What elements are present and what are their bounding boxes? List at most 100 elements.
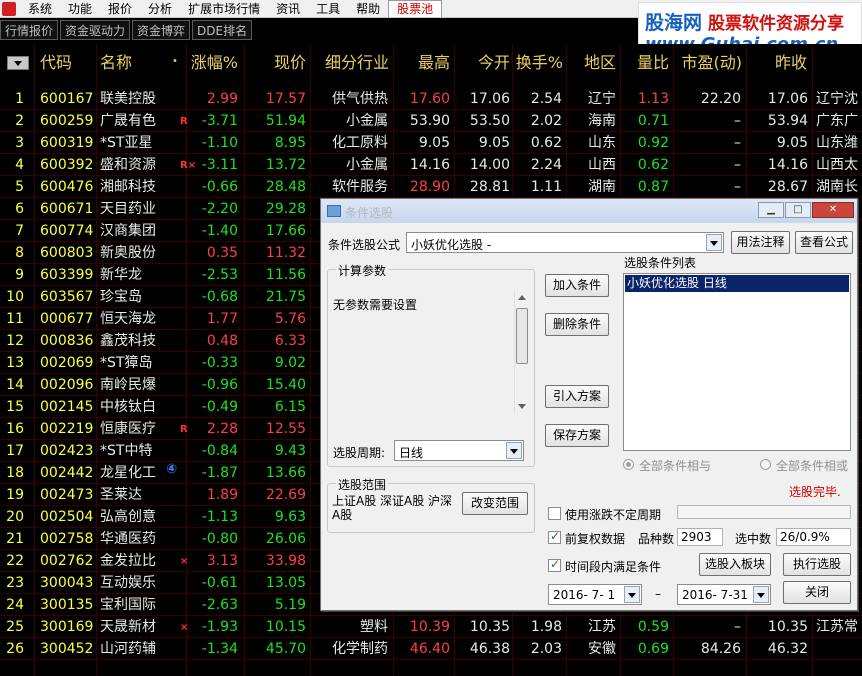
change-percent: -0.68: [201, 289, 238, 305]
menu-quote[interactable]: 报价: [100, 0, 140, 18]
prev-close: 14.16: [767, 157, 808, 173]
header-prev-close[interactable]: 昨收: [755, 44, 807, 82]
table-row[interactable]: 5 600476 湘邮科技 -0.66 28.48 软件服务 28.90 28.81 1.11 湖…: [0, 176, 862, 198]
change-percent: -1.87: [201, 465, 238, 481]
stock-flag-icon: R×: [180, 160, 197, 171]
header-pe[interactable]: 市盈(动): [676, 44, 743, 82]
undetermined-period-checkbox[interactable]: [548, 507, 561, 520]
header-change[interactable]: 涨幅%: [186, 44, 238, 82]
selected-value: 26/0.9%: [776, 528, 851, 546]
header-price[interactable]: 现价: [248, 44, 306, 82]
volume-ratio: 0.87: [637, 179, 669, 195]
execute-screening-button[interactable]: 执行选股: [783, 553, 851, 576]
progress-bar: [677, 505, 851, 519]
header-region[interactable]: 地区: [572, 44, 616, 82]
row-number: 14: [6, 377, 24, 393]
region: 山西: [588, 157, 616, 173]
table-row[interactable]: 26 300452 山河药辅 -1.34 45.70 化学制药 46.40 46.38 2.03…: [0, 638, 862, 660]
menu-extended-market[interactable]: 扩展市场行情: [180, 0, 268, 18]
menu-news[interactable]: 资讯: [268, 0, 308, 18]
header-industry[interactable]: 细分行业: [325, 44, 389, 82]
table-row[interactable]: 25 300169 天晟新材 -1.93 10.15 塑料 10.39 10.35 1.98 江苏…: [0, 616, 862, 638]
menu-system[interactable]: 系统: [20, 0, 60, 18]
header-high[interactable]: 最高: [398, 44, 450, 82]
tab-capital-game[interactable]: 资金博弈: [132, 20, 191, 40]
logo-brand: 股海网: [645, 12, 703, 34]
stock-name: 新奥股份: [100, 245, 156, 261]
stock-code: 300043: [40, 575, 94, 591]
prev-close: 9.05: [776, 135, 808, 151]
current-price: 6.15: [274, 399, 306, 415]
row-number: 22: [6, 553, 24, 569]
chevron-down-icon[interactable]: [506, 442, 522, 459]
close-window-button[interactable]: ✕: [812, 202, 854, 218]
table-row[interactable]: 1 600167 联美控股 2.99 17.57 供气供热 17.60 17.06 2.54 辽宁…: [0, 88, 862, 110]
menu-tools[interactable]: 工具: [308, 0, 348, 18]
row-number: 11: [6, 311, 24, 327]
tab-dde-rank[interactable]: DDE排名: [192, 20, 253, 40]
menu-stock-pool[interactable]: 股票池: [388, 0, 443, 17]
header-code[interactable]: 代码: [40, 44, 72, 82]
close-button[interactable]: 关闭: [783, 581, 851, 604]
count-label: 品种数: [638, 532, 675, 546]
current-price: 5.19: [274, 597, 306, 613]
dialog-title-bar[interactable]: 条件选股 ▁ □ ✕: [321, 199, 857, 223]
menu-function[interactable]: 功能: [60, 0, 100, 18]
change-range-button[interactable]: 改变范围: [462, 492, 528, 515]
menu-analysis[interactable]: 分析: [140, 0, 180, 18]
stock-name: 天晟新材: [100, 619, 156, 635]
params-scrollbar[interactable]: [514, 290, 529, 414]
import-scheme-button[interactable]: 引入方案: [545, 385, 609, 408]
row-number: 16: [6, 421, 24, 437]
radio-all-and[interactable]: [623, 459, 634, 470]
stock-code: 002442: [40, 465, 94, 481]
usage-notes-button[interactable]: 用法注释: [731, 231, 790, 254]
scroll-up-icon[interactable]: [518, 295, 526, 300]
row-number: 20: [6, 509, 24, 525]
table-header: 代码 名称 • 涨幅% 现价 细分行业 最高 今开 换手% 地区 量比 市盈(动…: [0, 44, 862, 82]
industry: 小金属: [346, 113, 388, 129]
table-row[interactable]: 4 600392 盛和资源 -3.11 13.72 小金属 14.16 14.00 2.24 山西…: [0, 154, 862, 176]
timespan-checkbox[interactable]: [548, 557, 561, 572]
header-name[interactable]: 名称: [100, 44, 132, 82]
formula-select-value: 小妖优化选股 -: [411, 238, 492, 252]
change-percent: -0.84: [201, 443, 238, 459]
add-to-block-button[interactable]: 选股入板块: [699, 553, 771, 576]
header-open[interactable]: 今开: [458, 44, 510, 82]
change-percent: 3.13: [206, 553, 238, 569]
save-scheme-button[interactable]: 保存方案: [545, 424, 609, 447]
add-condition-button[interactable]: 加入条件: [545, 274, 609, 297]
minimize-button[interactable]: ▁: [758, 202, 784, 218]
maximize-button[interactable]: □: [785, 202, 811, 218]
tab-capital-drive[interactable]: 资金驱动力: [60, 20, 131, 40]
date-from-picker[interactable]: 2016- 7- 1: [548, 584, 642, 605]
chevron-down-icon[interactable]: [706, 234, 722, 251]
condition-list-item[interactable]: 小妖优化选股 日线: [625, 275, 849, 292]
date-to-picker[interactable]: 2016- 7-31: [677, 584, 771, 605]
row-number: 24: [6, 597, 24, 613]
view-formula-button[interactable]: 查看公式: [795, 231, 853, 254]
condition-list[interactable]: 小妖优化选股 日线: [623, 273, 851, 451]
adjusted-data-checkbox[interactable]: [548, 529, 561, 544]
scroll-thumb[interactable]: [516, 308, 528, 364]
table-row[interactable]: 2 600259 广晟有色 -3.71 51.94 小金属 53.90 53.50 2.02 海南…: [0, 110, 862, 132]
change-percent: -1.34: [201, 641, 238, 657]
change-percent: 0.35: [206, 245, 238, 261]
stock-code: 600392: [40, 157, 94, 173]
chevron-down-icon[interactable]: [753, 586, 769, 603]
change-percent: 1.89: [206, 487, 238, 503]
sort-dropdown-icon[interactable]: [7, 56, 29, 70]
header-volume-ratio[interactable]: 量比: [625, 44, 669, 82]
menu-help[interactable]: 帮助: [348, 0, 388, 18]
scroll-down-icon[interactable]: [518, 404, 526, 409]
delete-condition-button[interactable]: 删除条件: [545, 313, 609, 336]
tab-quotes[interactable]: 行情报价: [0, 20, 59, 40]
chevron-down-icon[interactable]: [624, 586, 640, 603]
header-turnover[interactable]: 换手%: [515, 44, 563, 82]
table-row[interactable]: 3 600319 *ST亚星 -1.10 8.95 化工原料 9.05 9.05 0.62 山东 0…: [0, 132, 862, 154]
turnover-rate: 2.03: [530, 641, 562, 657]
change-percent: 2.99: [206, 91, 238, 107]
formula-select[interactable]: 小妖优化选股 -: [406, 232, 724, 253]
period-select[interactable]: 日线: [394, 440, 524, 461]
radio-all-or[interactable]: [760, 459, 771, 470]
